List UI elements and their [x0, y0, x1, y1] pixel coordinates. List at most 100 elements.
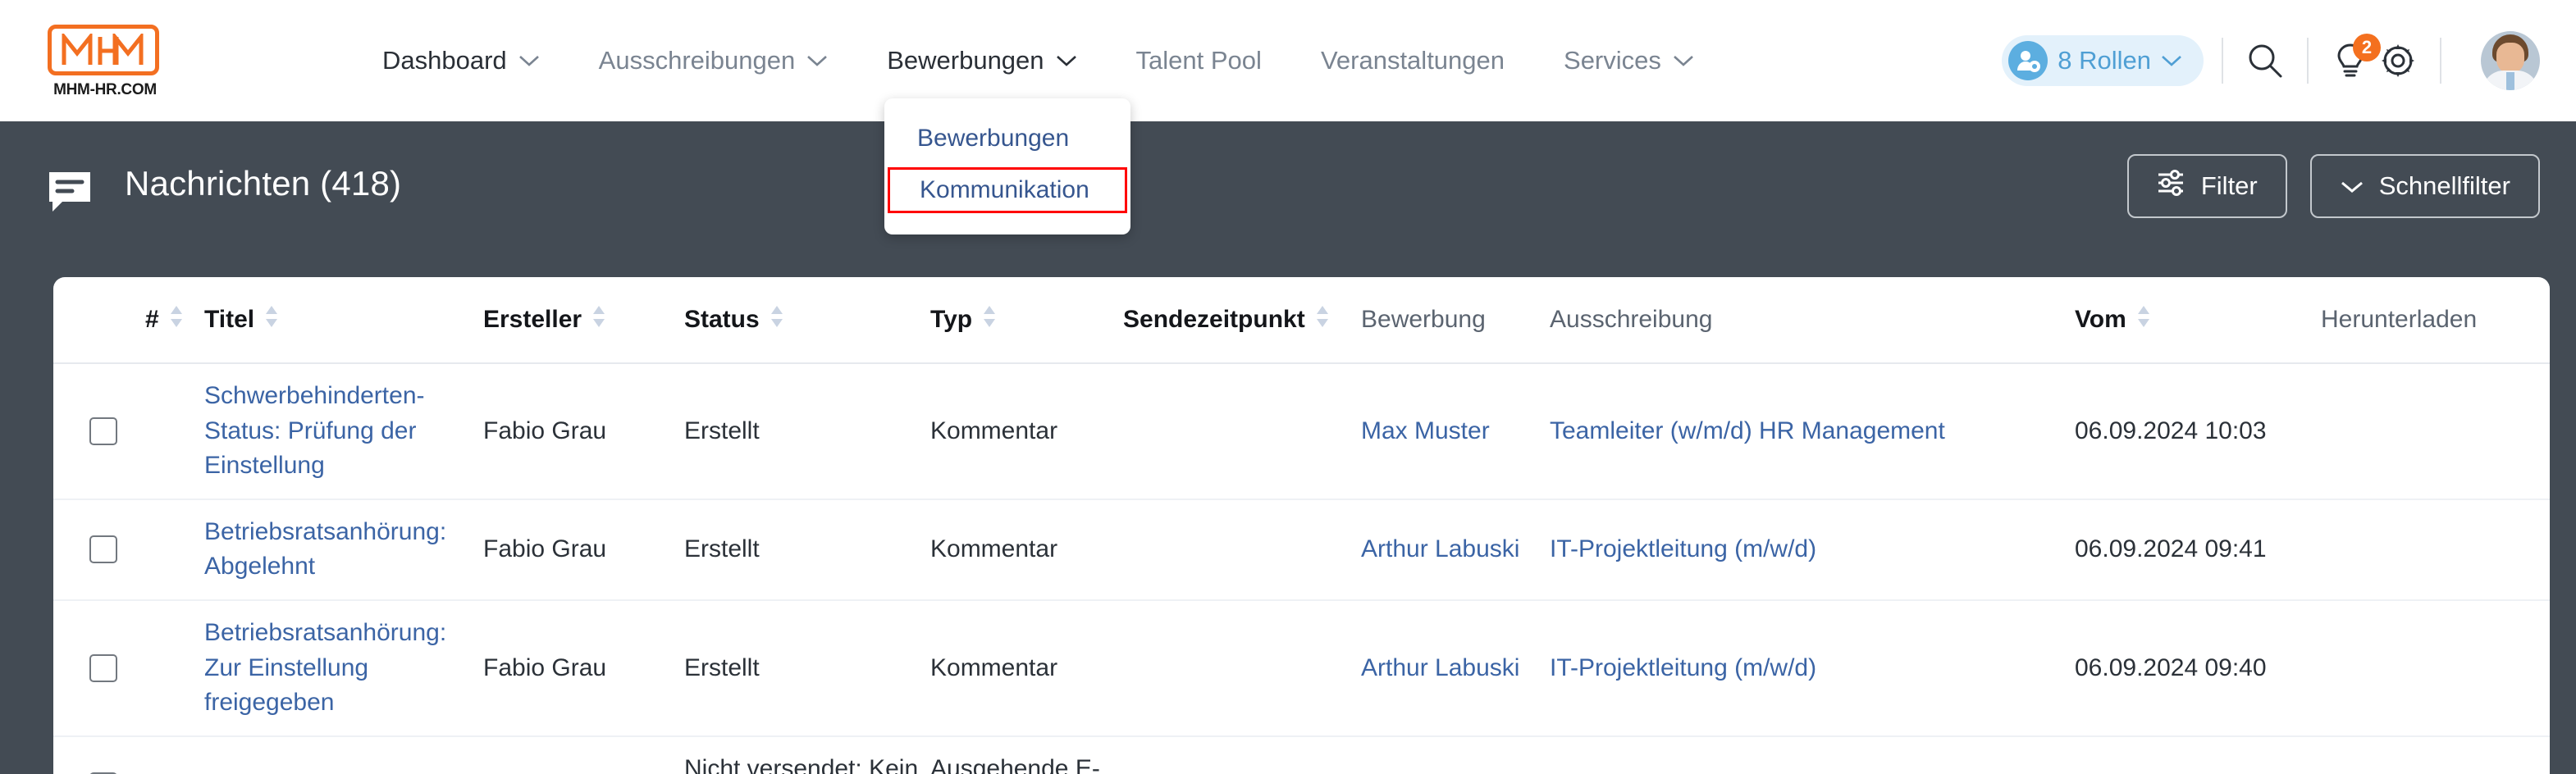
sort-icon[interactable] — [2136, 304, 2151, 335]
cell-ersteller: Fabio Grau — [483, 735, 684, 774]
page-title: Nachrichten (418) — [125, 164, 402, 203]
user-avatar[interactable] — [2481, 31, 2540, 90]
cell-titel[interactable]: Schwerbehinderten-Status: Prüfung der Ei… — [204, 363, 483, 500]
th-vom-label: Vom — [2075, 306, 2126, 333]
messages-table-card: # Titel Ersteller Status Typ Sendezeitpu… — [53, 277, 2550, 774]
cell-titel[interactable]: Ihre Bewerbung — [204, 735, 483, 774]
nav-item-services[interactable]: Services — [1534, 46, 1724, 75]
dropdown-item-bewerbungen[interactable]: Bewerbungen — [884, 116, 1130, 161]
titel-link[interactable]: Schwerbehinderten-Status: Prüfung der Ei… — [204, 382, 425, 479]
nav-item-veranstaltungen[interactable]: Veranstaltungen — [1291, 46, 1534, 75]
cell-ausschreibung[interactable]: IT-Projektleitung (m/w/d) — [1550, 599, 2075, 737]
table-row: Betriebsratsanhörung: Zur Einstellung fr… — [53, 599, 2550, 737]
cell-typ: Ausgehende E-Mail — [930, 735, 1123, 774]
roles-selector-button[interactable]: 8 Rollen — [2002, 35, 2204, 86]
lightbulb-icon[interactable]: 2 — [2327, 34, 2381, 84]
bewerbung-link[interactable]: Max Muster — [1361, 417, 1490, 444]
sort-icon[interactable] — [1315, 304, 1330, 335]
search-icon[interactable] — [2241, 37, 2289, 84]
cell-herunterladen[interactable] — [2321, 599, 2550, 737]
brand-logo-block[interactable]: MHM-HR.COM — [48, 25, 162, 99]
cell-ausschreibung[interactable] — [1550, 735, 2075, 774]
sort-icon[interactable] — [982, 304, 997, 335]
page-header: Nachrichten (418) Filter Schnellfilter — [0, 121, 2576, 277]
cell-ausschreibung[interactable]: IT-Projektleitung (m/w/d) — [1550, 499, 2075, 601]
cell-bewerbung[interactable] — [1361, 735, 1550, 774]
cell-bewerbung[interactable]: Arthur Labuski — [1361, 599, 1550, 737]
bewerbung-link[interactable]: Arthur Labuski — [1361, 654, 1519, 681]
row-checkbox[interactable] — [89, 535, 117, 564]
filter-button-label: Filter — [2200, 171, 2258, 200]
cell-sendezeitpunkt — [1123, 363, 1361, 500]
nav-item-label: Talent Pool — [1135, 46, 1262, 75]
messages-icon — [46, 169, 94, 221]
sort-icon[interactable] — [770, 304, 784, 335]
filter-button[interactable]: Filter — [2126, 154, 2287, 218]
cell-titel[interactable]: Betriebsratsanhörung: Abgelehnt — [204, 499, 483, 601]
th-vom[interactable]: Vom — [2075, 277, 2321, 364]
cell-typ: Kommentar — [930, 599, 1123, 737]
dropdown-item-kommunikation[interactable]: Kommunikation — [888, 167, 1127, 213]
nav-item-talent-pool[interactable]: Talent Pool — [1107, 46, 1291, 75]
nav-item-ausschreibungen[interactable]: Ausschreibungen — [569, 46, 858, 75]
user-roles-icon — [2008, 41, 2048, 80]
table-body: Schwerbehinderten-Status: Prüfung der Ei… — [53, 363, 2550, 774]
messages-table: # Titel Ersteller Status Typ Sendezeitpu… — [53, 277, 2550, 774]
row-checkbox-cell[interactable] — [53, 499, 145, 601]
chevron-down-icon — [518, 54, 540, 67]
cell-num — [145, 599, 204, 737]
chevron-down-icon — [806, 54, 828, 67]
row-checkbox-cell[interactable] — [53, 599, 145, 737]
schnellfilter-button-label: Schnellfilter — [2378, 171, 2510, 200]
cell-ersteller: Fabio Grau — [483, 599, 684, 737]
sliders-icon — [2157, 169, 2186, 203]
cell-num — [145, 735, 204, 774]
cell-herunterladen[interactable] — [2321, 499, 2550, 601]
sort-icon[interactable] — [169, 304, 184, 335]
cell-vom: 06.09.2024 09:40 — [2075, 599, 2321, 737]
ausschreibung-link[interactable]: IT-Projektleitung (m/w/d) — [1550, 654, 1816, 681]
th-typ[interactable]: Typ — [930, 277, 1123, 364]
cell-herunterladen[interactable] — [2321, 363, 2550, 500]
th-status-label: Status — [684, 306, 760, 333]
sort-icon[interactable] — [264, 304, 279, 335]
ausschreibung-link[interactable]: IT-Projektleitung (m/w/d) — [1550, 535, 1816, 562]
th-herunterladen: Herunterladen — [2321, 277, 2550, 364]
cell-sendezeitpunkt: 06.09.2024 09:36 — [1123, 735, 1361, 774]
cell-ausschreibung[interactable]: Teamleiter (w/m/d) HR Management — [1550, 363, 2075, 500]
nav-right-controls: 8 Rollen 2 — [2002, 0, 2540, 121]
cell-sendezeitpunkt — [1123, 499, 1361, 601]
row-checkbox-cell[interactable] — [53, 363, 145, 500]
nav-item-label: Services — [1564, 46, 1661, 75]
th-num[interactable]: # — [145, 277, 204, 364]
mhm-logo-icon — [48, 25, 159, 75]
ausschreibung-link[interactable]: Teamleiter (w/m/d) HR Management — [1550, 417, 1945, 444]
cell-status: Nicht versendet: Kein Empfänger — [684, 735, 930, 774]
th-select-all — [53, 277, 145, 364]
th-ersteller[interactable]: Ersteller — [483, 277, 684, 364]
titel-link[interactable]: Betriebsratsanhörung: Zur Einstellung fr… — [204, 619, 446, 716]
sort-icon[interactable] — [591, 304, 606, 335]
nav-item-dashboard[interactable]: Dashboard — [353, 46, 569, 75]
brand-subtitle: MHM-HR.COM — [53, 81, 157, 98]
schnellfilter-button[interactable]: Schnellfilter — [2309, 154, 2540, 218]
nav-item-bewerbungen[interactable]: Bewerbungen — [857, 46, 1106, 75]
cell-bewerbung[interactable]: Max Muster — [1361, 363, 1550, 500]
th-sendezeitpunkt[interactable]: Sendezeitpunkt — [1123, 277, 1361, 364]
gear-icon[interactable] — [2374, 37, 2422, 84]
cell-typ: Kommentar — [930, 363, 1123, 500]
th-titel[interactable]: Titel — [204, 277, 483, 364]
nav-item-label: Veranstaltungen — [1320, 46, 1505, 75]
table-header: # Titel Ersteller Status Typ Sendezeitpu… — [53, 277, 2550, 364]
divider — [2440, 38, 2441, 84]
th-typ-label: Typ — [930, 306, 973, 333]
row-checkbox-cell[interactable] — [53, 735, 145, 774]
cell-titel[interactable]: Betriebsratsanhörung: Zur Einstellung fr… — [204, 599, 483, 737]
titel-link[interactable]: Betriebsratsanhörung: Abgelehnt — [204, 518, 446, 580]
cell-herunterladen[interactable] — [2321, 735, 2550, 774]
row-checkbox[interactable] — [89, 653, 117, 682]
row-checkbox[interactable] — [89, 417, 117, 445]
bewerbung-link[interactable]: Arthur Labuski — [1361, 535, 1519, 562]
cell-bewerbung[interactable]: Arthur Labuski — [1361, 499, 1550, 601]
th-status[interactable]: Status — [684, 277, 930, 364]
